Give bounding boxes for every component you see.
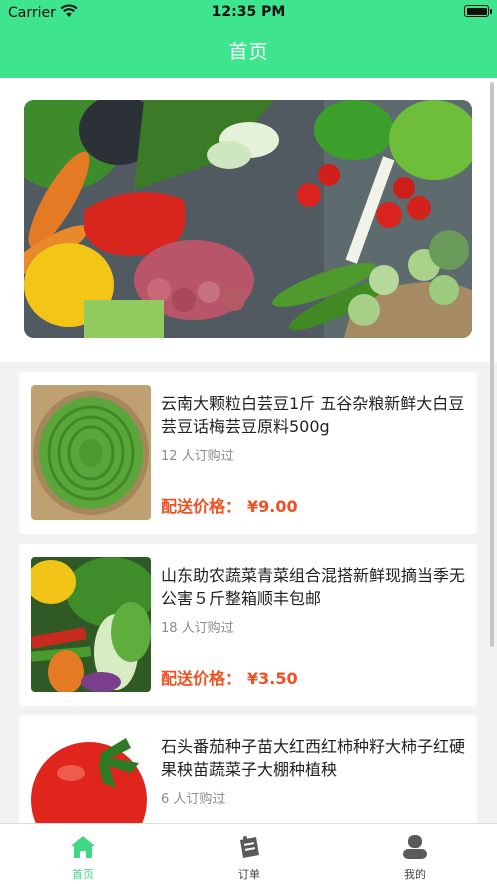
- battery-icon: [464, 5, 492, 17]
- status-bar: Carrier 12:35 PM: [0, 0, 497, 26]
- product-card[interactable]: 山东助农蔬菜青菜组合混搭新鲜现摘当季无公害５斤整箱顺丰包邮 18 人订购过 配送…: [19, 544, 477, 706]
- home-scroll-view[interactable]: 云南大颗粒白芸豆1斤 五谷杂粮新鲜大白豆芸豆话梅芸豆原料500g 12 人订购过…: [0, 78, 497, 823]
- product-order-count: 12 人订购过: [161, 449, 234, 464]
- price-label: 配送价格：: [161, 669, 242, 688]
- product-card[interactable]: 石头番茄种子苗大红西红柿种籽大柿子红硬果秧苗蔬菜子大棚种植秧 6 人订购过: [19, 715, 477, 823]
- product-price-row: 配送价格： ¥9.00: [161, 493, 298, 517]
- tab-label: 订单: [238, 868, 260, 881]
- tab-home[interactable]: 首页: [0, 824, 166, 884]
- home-icon: [71, 836, 95, 858]
- product-order-count: 6 人订购过: [161, 792, 226, 807]
- profile-icon: [403, 835, 427, 859]
- product-title: 云南大颗粒白芸豆1斤 五谷杂粮新鲜大白豆芸豆话梅芸豆原料500g: [161, 394, 465, 436]
- product-card[interactable]: 云南大颗粒白芸豆1斤 五谷杂粮新鲜大白豆芸豆话梅芸豆原料500g 12 人订购过…: [19, 372, 477, 534]
- tab-label: 我的: [404, 868, 426, 881]
- banner-section: [0, 78, 497, 362]
- vegetables-banner-image[interactable]: [24, 100, 472, 338]
- product-price-row: 配送价格： ¥3.50: [161, 665, 298, 689]
- vertical-scrollbar[interactable]: [490, 82, 494, 647]
- battery-fill: [466, 7, 487, 15]
- price-value: ¥3.50: [247, 669, 298, 688]
- tab-bar: 首页 订单 我的: [0, 823, 497, 884]
- price-label: 配送价格：: [161, 497, 242, 516]
- tab-profile[interactable]: 我的: [332, 824, 497, 884]
- tab-orders[interactable]: 订单: [166, 824, 332, 884]
- product-title: 石头番茄种子苗大红西红柿种籽大柿子红硬果秧苗蔬菜子大棚种植秧: [161, 737, 466, 779]
- tab-label: 首页: [72, 868, 94, 881]
- app-header: Carrier 12:35 PM 首页: [0, 0, 497, 78]
- green-beans-image: [31, 385, 151, 520]
- product-title: 山东助农蔬菜青菜组合混搭新鲜现摘当季无公害５斤整箱顺丰包邮: [161, 566, 466, 608]
- tomato-image: [31, 728, 151, 823]
- product-order-count: 18 人订购过: [161, 621, 234, 636]
- order-icon: [240, 836, 259, 858]
- mixed-vegetables-image: [31, 557, 151, 692]
- price-value: ¥9.00: [247, 497, 298, 516]
- banner-illustration: [24, 100, 472, 338]
- page-title: 首页: [228, 41, 269, 63]
- status-time: 12:35 PM: [211, 4, 286, 20]
